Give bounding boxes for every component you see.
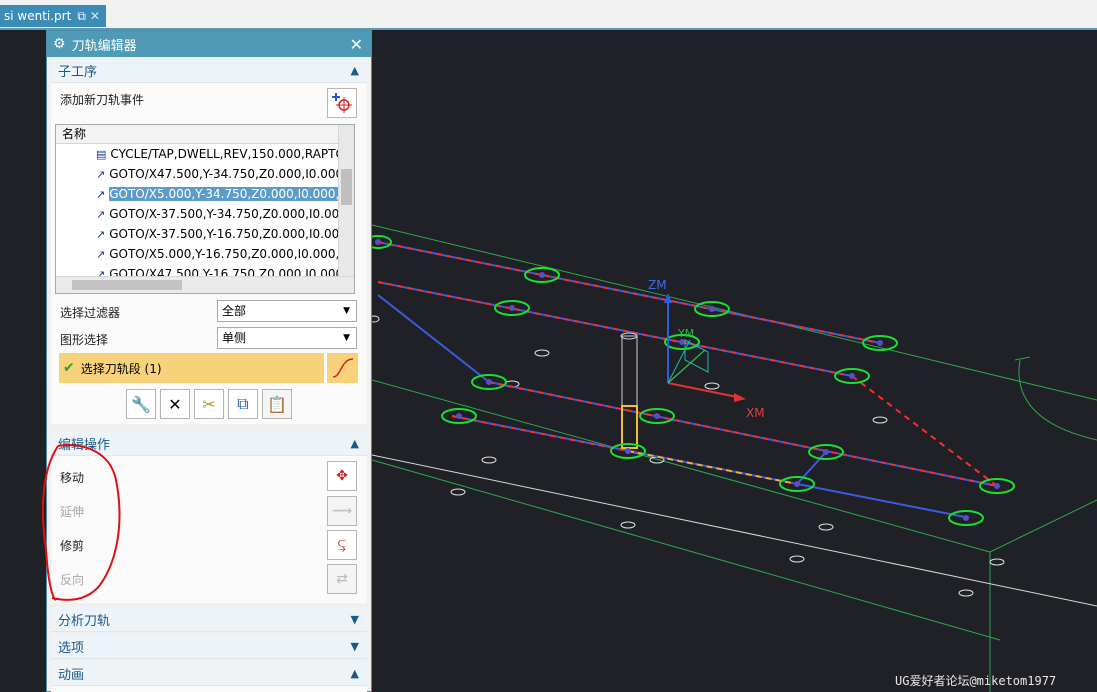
axis-label-x: XM [746, 406, 765, 420]
chevron-up-icon[interactable]: ▲ [351, 667, 359, 680]
copy-button[interactable]: ⧉ [228, 389, 258, 419]
close-icon[interactable]: ✕ [350, 35, 363, 54]
add-event-label: 添加新刀轨事件 [60, 93, 145, 107]
close-tab-icon[interactable]: ✕ [90, 9, 100, 23]
graphic-value: 单侧 [222, 331, 247, 345]
chevron-down-icon: ▼ [343, 333, 350, 343]
list-item[interactable]: ↗ GOTO/X47.500,Y-34.750,Z0.000,I0.000,J0.… [56, 164, 354, 184]
file-tab-title: si wenti.prt [4, 9, 72, 23]
chevron-down-icon[interactable]: ▼ [351, 640, 359, 653]
axis-label-z: ZM [648, 278, 667, 292]
graphic-select-label: 图形选择 [60, 333, 109, 347]
x-delete-icon: ✕ [168, 394, 182, 414]
animate-section: 动画 ▲ [51, 661, 367, 692]
select-segment-bar[interactable]: ✔ 选择刀轨段 (1) [59, 353, 324, 383]
event-list-header: 名称 [56, 125, 354, 144]
delete-button[interactable]: ✕ [160, 389, 190, 419]
paste-icon: 📋 [267, 394, 287, 414]
top-bar [0, 0, 1097, 28]
event-list[interactable]: 名称 ▤ CYCLE/TAP,DWELL,REV,150.000,RAPTO,3.… [55, 124, 355, 294]
graphic-select[interactable]: 单侧 ▼ [217, 327, 357, 349]
chevron-down-icon[interactable]: ▼ [351, 613, 359, 626]
options-section: 选项 ▼ [51, 634, 367, 659]
select-segment-label: 选择刀轨段 (1) [80, 361, 162, 376]
trim-icon: ⥹ [337, 537, 347, 553]
popout-icon[interactable]: ⧉ [77, 9, 86, 24]
add-event-button[interactable] [327, 88, 357, 118]
gear-icon: ⚙ [53, 36, 66, 52]
chevron-up-icon[interactable]: ▲ [351, 437, 359, 450]
wrench-icon: 🔧 [131, 394, 151, 414]
part-edges [371, 224, 1097, 692]
cut-button[interactable]: ✂ [194, 389, 224, 419]
file-tab[interactable]: si wenti.prt ⧉ ✕ [0, 5, 106, 27]
goto-arrow-icon: ↗ [96, 167, 106, 181]
list-item[interactable]: ↗ GOTO/X-37.500,Y-34.750,Z0.000,I0.000,J0 [56, 204, 354, 224]
white-edge [371, 454, 1097, 607]
point-markers [364, 235, 1015, 526]
animate-header-label: 动画 [58, 667, 85, 683]
list-item-selected[interactable]: ↗ GOTO/X5.000,Y-34.750,Z0.000,I0.000,J0.0 [56, 184, 354, 204]
vertical-scroll-thumb[interactable] [341, 169, 352, 205]
axis-label-y: YM [677, 327, 694, 340]
move-button[interactable]: ✥ [327, 461, 357, 491]
copy-icon: ⧉ [237, 394, 249, 413]
red-annotation-circle [41, 444, 121, 601]
list-item[interactable]: ▤ CYCLE/TAP,DWELL,REV,150.000,RAPTO,3.0 [56, 144, 354, 164]
paste-button[interactable]: 📋 [262, 389, 292, 419]
reverse-button[interactable]: ⇄ [327, 564, 357, 594]
chevron-up-icon[interactable]: ▲ [351, 64, 359, 77]
analyze-header[interactable]: 分析刀轨 ▼ [51, 607, 367, 632]
extend-button[interactable]: ⟿ [327, 496, 357, 526]
animate-header[interactable]: 动画 ▲ [51, 661, 367, 686]
options-header[interactable]: 选项 ▼ [51, 634, 367, 659]
curve-select-button[interactable] [326, 353, 358, 383]
goto-arrow-icon: ↗ [96, 227, 106, 241]
analyze-header-label: 分析刀轨 [58, 613, 111, 629]
check-icon: ✔ [63, 360, 75, 376]
edit-tool-button[interactable]: 🔧 [126, 389, 156, 419]
horizontal-scroll-thumb[interactable] [72, 280, 182, 290]
sub-op-header[interactable]: 子工序 ▲ [51, 58, 367, 83]
reverse-icon: ⇄ [336, 571, 348, 587]
list-item[interactable]: ↗ GOTO/X-37.500,Y-16.750,Z0.000,I0.000,J0 [56, 224, 354, 244]
trim-button[interactable]: ⥹ [327, 530, 357, 560]
goto-arrow-icon: ↗ [96, 207, 106, 221]
scissors-icon: ✂ [202, 394, 216, 414]
goto-arrow-icon: ↗ [96, 187, 106, 201]
options-header-label: 选项 [58, 640, 85, 656]
chevron-down-icon: ▼ [343, 306, 350, 316]
move-icon: ✥ [336, 468, 348, 484]
sub-op-header-label: 子工序 [58, 64, 98, 80]
list-horizontal-scrollbar[interactable] [56, 276, 354, 293]
filter-select[interactable]: 全部 ▼ [217, 300, 357, 322]
add-target-icon [332, 93, 352, 113]
tool-cylinder [620, 332, 638, 449]
analyze-section: 分析刀轨 ▼ [51, 607, 367, 632]
dialog-title: 刀轨编辑器 [71, 38, 137, 54]
curve-icon [332, 358, 354, 378]
dialog-title-bar[interactable]: ⚙ 刀轨编辑器 ✕ [47, 31, 371, 57]
holes [368, 315, 1005, 597]
list-item[interactable]: ↗ GOTO/X5.000,Y-16.750,Z0.000,I0.000,J0.0 [56, 244, 354, 264]
filter-value: 全部 [222, 304, 247, 318]
filter-label: 选择过滤器 [60, 306, 121, 320]
watermark: UG爱好者论坛@miketom1977 [895, 674, 1057, 688]
extend-icon: ⟿ [331, 503, 353, 519]
goto-arrow-icon: ↗ [96, 247, 106, 261]
cycle-doc-icon: ▤ [96, 147, 107, 161]
list-vertical-scrollbar[interactable] [338, 125, 354, 277]
